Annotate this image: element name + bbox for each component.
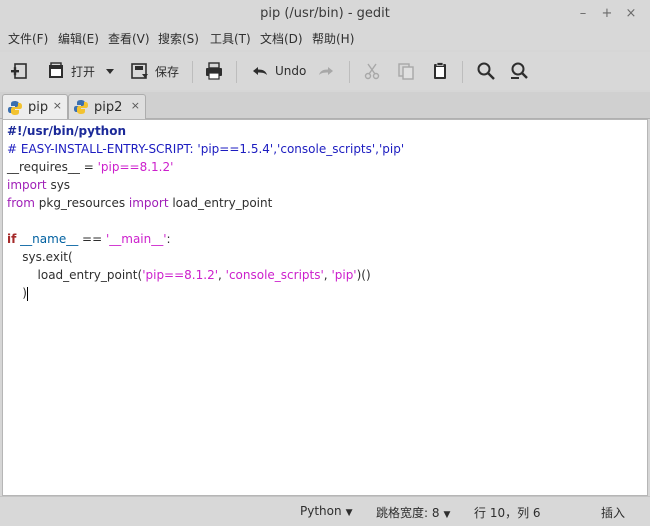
code-line: sys.exit( — [7, 248, 73, 266]
close-tab-icon[interactable]: × — [53, 99, 62, 112]
python-file-icon — [74, 100, 88, 114]
open-button[interactable]: 打开 — [46, 59, 95, 83]
toolbar-separator — [192, 61, 193, 83]
menu-help[interactable]: 帮助(H) — [312, 30, 354, 47]
code-token: load_entry_point — [168, 196, 273, 210]
code-token: 'pip==8.1.2' — [142, 268, 218, 282]
new-document-button[interactable] — [10, 59, 30, 83]
maximize-button[interactable]: + — [597, 4, 617, 24]
toolbar-separator — [236, 61, 237, 83]
code-token: == — [78, 232, 106, 246]
code-token: ) — [7, 286, 27, 300]
close-window-button[interactable]: × — [621, 4, 641, 24]
menu-tools[interactable]: 工具(T) — [210, 30, 251, 47]
tab-pip[interactable]: pip × — [2, 94, 68, 120]
tab-pip2[interactable]: pip2 × — [68, 94, 146, 119]
close-tab-icon[interactable]: × — [131, 99, 140, 112]
code-token: 'pip==8.1.2' — [97, 160, 174, 174]
code-token: )() — [356, 268, 371, 282]
code-token: sys.exit( — [7, 250, 73, 264]
code-token: , — [218, 268, 226, 282]
code-token: '__main__' — [105, 232, 167, 246]
text-cursor — [26, 286, 28, 301]
code-token: 'console_scripts' — [225, 268, 324, 282]
code-token: import — [128, 196, 169, 210]
code-token: : — [166, 232, 171, 246]
cursor-position: 行 10，列 6 — [474, 506, 541, 520]
find-button[interactable] — [476, 59, 496, 83]
find-replace-icon — [511, 62, 528, 79]
menu-bar: 文件(F) 编辑(E) 查看(V) 搜索(S) 工具(T) 文档(D) 帮助(H… — [0, 28, 650, 50]
language-label: Python — [300, 504, 342, 518]
python-file-icon — [8, 100, 22, 115]
copy-button[interactable] — [396, 59, 416, 83]
menu-file[interactable]: 文件(F) — [8, 30, 48, 47]
undo-label: Undo — [275, 64, 307, 78]
code-line: ) — [7, 284, 28, 302]
minimize-button[interactable]: – — [573, 4, 593, 24]
code-line: import sys — [7, 176, 70, 194]
print-button[interactable] — [204, 59, 224, 83]
code-token: if — [7, 232, 17, 246]
language-selector[interactable]: Python ▼ — [300, 504, 353, 518]
code-line: __requires__ = 'pip==8.1.2' — [7, 158, 173, 176]
undo-icon — [253, 67, 267, 75]
menu-documents[interactable]: 文档(D) — [260, 30, 303, 47]
code-editor[interactable]: #!/usr/bin/python # EASY-INSTALL-ENTRY-SC… — [2, 119, 648, 496]
code-token: 'pip' — [331, 268, 357, 282]
toolbar: 打开 保存 Undo — [0, 52, 650, 90]
scissors-icon — [364, 63, 380, 80]
code-line: #!/usr/bin/python — [7, 122, 126, 140]
redo-icon — [319, 67, 333, 75]
save-icon — [131, 63, 148, 79]
code-token: import — [7, 178, 47, 192]
menu-edit[interactable]: 编辑(E) — [58, 30, 99, 47]
save-label: 保存 — [155, 64, 180, 79]
window-title: pip (/usr/bin) - gedit — [260, 6, 390, 21]
code-line: if __name__ == '__main__': — [7, 230, 171, 248]
paste-button[interactable] — [430, 59, 450, 83]
menu-view[interactable]: 查看(V) — [108, 30, 150, 47]
code-line: load_entry_point('pip==8.1.2', 'console_… — [7, 266, 371, 284]
tab-width-label: 跳格宽度: 8 — [376, 506, 440, 520]
code-line: from pkg_resources import load_entry_poi… — [7, 194, 272, 212]
clipboard-icon — [434, 62, 446, 79]
undo-button[interactable]: Undo — [250, 59, 306, 83]
chevron-down-icon: ▼ — [345, 508, 353, 518]
cut-button[interactable] — [362, 59, 382, 83]
new-document-icon — [11, 63, 27, 79]
document-tab-bar: pip × pip2 × — [0, 92, 650, 120]
insert-mode-indicator: 插入 — [601, 506, 626, 520]
open-recent-dropdown[interactable] — [104, 59, 116, 83]
code-token: load_entry_point( — [7, 268, 143, 282]
code-token: #!/usr/bin/python — [7, 124, 127, 138]
toolbar-separator — [349, 61, 350, 83]
code-line: # EASY-INSTALL-ENTRY-SCRIPT: 'pip==1.5.4… — [7, 140, 404, 158]
tab-label: pip2 — [94, 99, 123, 115]
code-token: sys — [46, 178, 71, 192]
gedit-window: pip (/usr/bin) - gedit – + × 文件(F) 编辑(E)… — [0, 0, 650, 526]
code-token: from — [7, 196, 35, 210]
status-bar: Python ▼ 跳格宽度: 8 ▼ 行 10，列 6 插入 — [0, 496, 650, 526]
code-token: pkg_resources — [34, 196, 129, 210]
copy-icon — [398, 63, 414, 80]
tab-label: pip — [28, 100, 49, 115]
title-bar: pip (/usr/bin) - gedit – + × — [0, 0, 650, 28]
open-label: 打开 — [71, 64, 96, 79]
search-icon — [477, 62, 495, 80]
chevron-down-icon — [106, 69, 114, 74]
menu-search[interactable]: 搜索(S) — [158, 30, 199, 47]
tab-width-selector[interactable]: 跳格宽度: 8 ▼ — [376, 504, 450, 521]
find-replace-button[interactable] — [510, 59, 530, 83]
toolbar-separator — [462, 61, 463, 83]
code-token: __name__ — [20, 232, 79, 246]
code-token: # EASY-INSTALL-ENTRY-SCRIPT: 'pip==1.5.4… — [7, 142, 405, 156]
code-token: __requires__ = — [7, 160, 98, 174]
save-button[interactable]: 保存 — [130, 59, 179, 83]
redo-button[interactable] — [316, 59, 336, 83]
printer-icon — [206, 62, 222, 80]
chevron-down-icon: ▼ — [443, 510, 451, 520]
open-document-icon — [49, 62, 63, 78]
